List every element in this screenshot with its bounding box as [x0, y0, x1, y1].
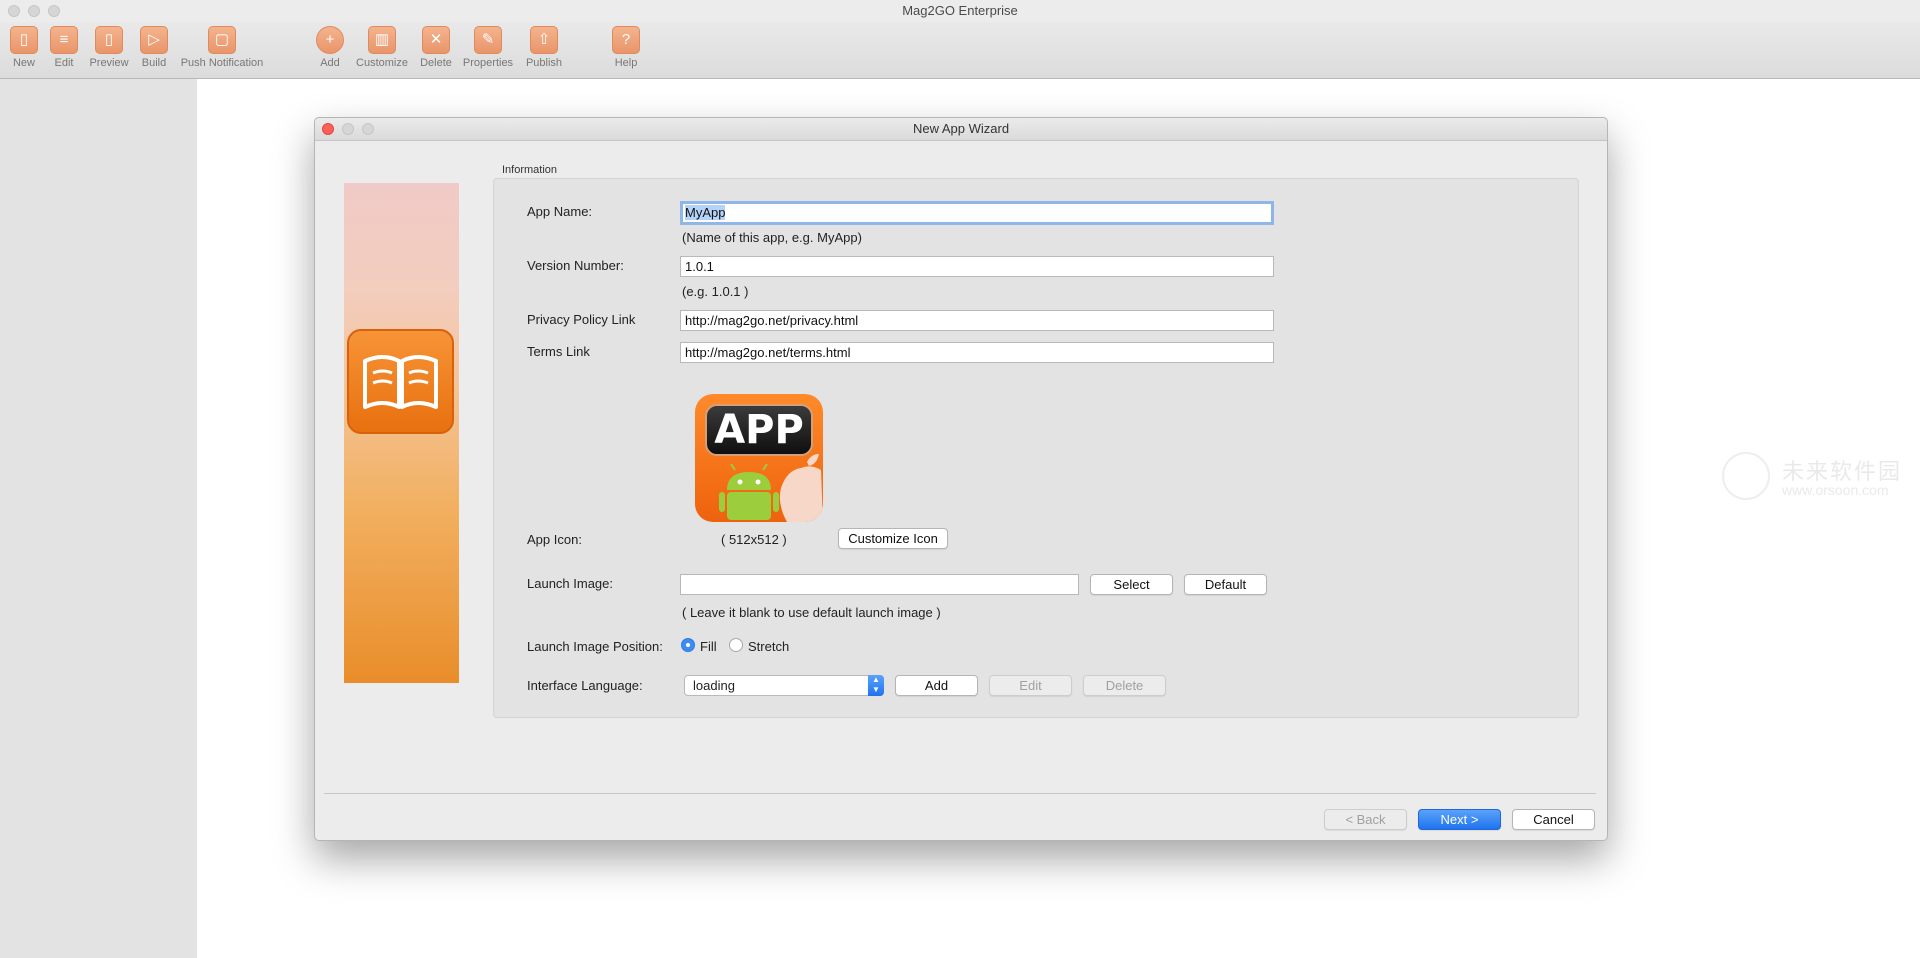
wizard-side-banner	[344, 183, 459, 683]
app-icon-label: App Icon:	[527, 532, 582, 547]
fill-radio[interactable]	[681, 638, 695, 652]
launch-image-default-button[interactable]: Default	[1184, 574, 1267, 595]
toolbar-publish-button[interactable]: ⇧ Publish	[522, 26, 566, 69]
window-minimize-button[interactable]	[28, 5, 40, 17]
launch-position-label: Launch Image Position:	[527, 639, 663, 654]
sidebar-panel	[0, 79, 197, 958]
toolbar-delete-button[interactable]: ✕ Delete	[418, 26, 454, 69]
terms-link-label: Terms Link	[527, 344, 590, 359]
dialog-close-button[interactable]	[322, 123, 334, 135]
customize-icon-button[interactable]: Customize Icon	[838, 528, 948, 549]
toolbar-help-button[interactable]: ? Help	[610, 26, 642, 69]
version-number-hint: (e.g. 1.0.1 )	[682, 284, 749, 299]
push-notification-icon: ▢	[208, 26, 236, 54]
toolbar-build-button[interactable]: ▷ Build	[138, 26, 170, 69]
launch-image-label: Launch Image:	[527, 576, 614, 591]
next-button[interactable]: Next >	[1418, 809, 1501, 830]
android-icon	[719, 464, 779, 520]
app-icon-preview: APP	[695, 394, 823, 522]
app-name-label: App Name:	[527, 204, 593, 219]
app-badge: APP	[705, 404, 813, 456]
new-app-wizard-dialog: New App Wizard Information App Name: MyA…	[314, 117, 1608, 841]
fill-radio-label: Fill	[700, 639, 717, 654]
footer-separator	[324, 793, 1596, 794]
book-app-icon	[347, 329, 454, 434]
privacy-policy-label: Privacy Policy Link	[527, 312, 636, 327]
toolbar-new-button[interactable]: ▯ New	[8, 26, 40, 69]
watermark: 未来软件园 www.orsoon.com	[1722, 448, 1920, 508]
new-document-icon: ▯	[10, 26, 38, 54]
main-toolbar: ▯ New ≡ Edit ▯ Preview ▷ Build ▢ Push No…	[0, 22, 1920, 79]
launch-image-hint: ( Leave it blank to use default launch i…	[682, 605, 941, 620]
watermark-logo-icon	[1722, 452, 1770, 500]
dialog-zoom-button	[362, 123, 374, 135]
publish-share-icon: ⇧	[530, 26, 558, 54]
cancel-button[interactable]: Cancel	[1512, 809, 1595, 830]
launch-image-select-button[interactable]: Select	[1090, 574, 1173, 595]
terms-link-input[interactable]: http://mag2go.net/terms.html	[680, 342, 1274, 363]
app-name-hint: (Name of this app, e.g. MyApp)	[682, 230, 862, 245]
app-name-input[interactable]: MyApp	[680, 201, 1274, 225]
dialog-title: New App Wizard	[912, 121, 1010, 136]
language-delete-button[interactable]: Delete	[1083, 675, 1166, 696]
window-zoom-button[interactable]	[48, 5, 60, 17]
delete-x-icon: ✕	[422, 26, 450, 54]
dialog-minimize-button	[342, 123, 354, 135]
toolbar-preview-button[interactable]: ▯ Preview	[88, 26, 130, 69]
back-button[interactable]: < Back	[1324, 809, 1407, 830]
stretch-radio-label: Stretch	[748, 639, 790, 654]
toolbar-properties-button[interactable]: ✎ Properties	[460, 26, 516, 69]
version-number-input[interactable]: 1.0.1	[680, 256, 1274, 277]
app-icon-size: ( 512x512 )	[721, 532, 787, 547]
version-number-label: Version Number:	[527, 258, 624, 273]
chevron-updown-icon: ▲ ▼	[868, 675, 884, 696]
phone-preview-icon: ▯	[95, 26, 123, 54]
book-customize-icon: ▥	[368, 26, 396, 54]
toolbar-add-button[interactable]: + Add	[314, 26, 346, 69]
interface-language-label: Interface Language:	[527, 678, 643, 693]
dialog-titlebar: New App Wizard	[315, 118, 1607, 141]
window-titlebar: Mag2GO Enterprise	[0, 0, 1920, 22]
stretch-radio[interactable]	[729, 638, 743, 652]
window-title: Mag2GO Enterprise	[902, 3, 1018, 18]
properties-pencil-icon: ✎	[474, 26, 502, 54]
language-edit-button[interactable]: Edit	[989, 675, 1072, 696]
interface-language-select[interactable]: loading ▲ ▼	[684, 675, 884, 696]
window-close-button[interactable]	[8, 5, 20, 17]
help-question-icon: ?	[612, 26, 640, 54]
language-add-button[interactable]: Add	[895, 675, 978, 696]
toolbar-customize-button[interactable]: ▥ Customize	[352, 26, 412, 69]
toolbar-push-notification-button[interactable]: ▢ Push Notification	[176, 26, 268, 69]
launch-image-input[interactable]	[680, 574, 1079, 595]
privacy-policy-input[interactable]: http://mag2go.net/privacy.html	[680, 310, 1274, 331]
information-group-label: Information	[502, 164, 558, 176]
edit-list-icon: ≡	[50, 26, 78, 54]
watermark-url: www.orsoon.com	[1782, 482, 1889, 498]
add-plus-icon: +	[316, 26, 344, 54]
play-build-icon: ▷	[140, 26, 168, 54]
toolbar-edit-button[interactable]: ≡ Edit	[48, 26, 80, 69]
apple-icon	[779, 454, 823, 522]
